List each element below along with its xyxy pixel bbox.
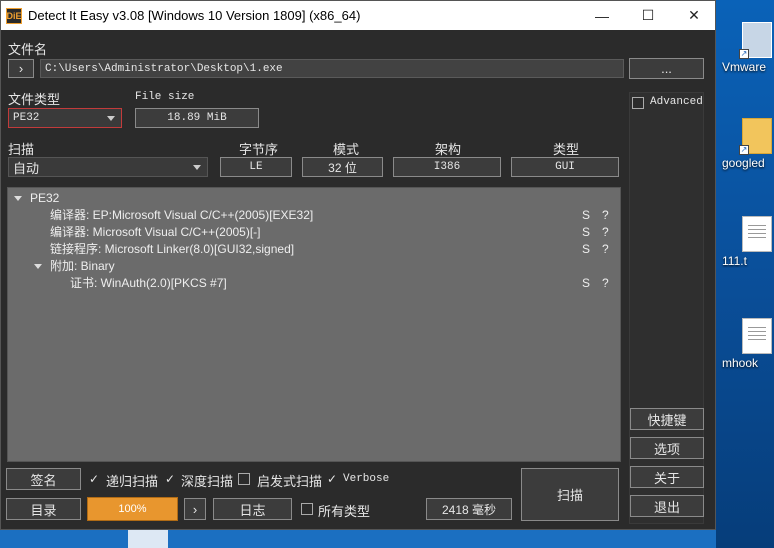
- desktop-background: ↗ Vmware ↗ googled 111.t mhook: [716, 0, 774, 548]
- file-type-value: PE32: [13, 112, 40, 124]
- endian-value: LE: [220, 157, 292, 177]
- tree-row[interactable]: 附加: Binary: [8, 258, 620, 275]
- mode-label: 模式: [333, 142, 360, 157]
- side-panel: Advanced: [629, 92, 704, 524]
- all-types-checkbox[interactable]: [301, 503, 313, 515]
- chevron-down-icon: [193, 165, 201, 170]
- expand-triangle-icon[interactable]: [34, 264, 42, 269]
- scan-label: 扫描: [8, 142, 35, 157]
- desktop-icon-111[interactable]: 111.t: [722, 216, 774, 268]
- title-bar[interactable]: DiE Detect It Easy v3.08 [Windows 10 Ver…: [1, 1, 715, 30]
- desktop-icon-googled[interactable]: ↗ googled: [722, 118, 774, 170]
- shortcut-arrow-icon: ↗: [739, 49, 749, 59]
- browse-button[interactable]: ...: [629, 58, 704, 79]
- exit-button[interactable]: 退出: [630, 495, 704, 517]
- close-button[interactable]: ✕: [671, 1, 717, 30]
- desktop-icon-label: googled: [722, 156, 765, 170]
- endian-label: 字节序: [239, 142, 279, 157]
- file-size-label: File size: [135, 91, 195, 103]
- tree-row[interactable]: 证书: WinAuth(2.0)[PKCS #7] S ?: [8, 275, 620, 292]
- desktop-icon-label: 111.t: [722, 254, 747, 268]
- verbose-checkbox[interactable]: ✓: [327, 472, 337, 486]
- scan-mode-value: 自动: [13, 160, 40, 176]
- expand-button[interactable]: ›: [8, 59, 34, 78]
- file-type-label: 文件类型: [8, 92, 61, 107]
- recursive-checkbox[interactable]: ✓: [89, 472, 99, 486]
- tree-row-text: 编译器: EP:Microsoft Visual C/C++(2005)[EXE…: [50, 208, 314, 222]
- taskbar-strip: [0, 530, 716, 548]
- verbose-label: Verbose: [343, 473, 390, 485]
- signature-flag[interactable]: S: [582, 207, 590, 224]
- about-button[interactable]: 关于: [630, 466, 704, 488]
- type-label: 类型: [553, 142, 580, 157]
- info-button[interactable]: ?: [602, 224, 609, 241]
- window-title: Detect It Easy v3.08 [Windows 10 Version…: [28, 8, 361, 23]
- signature-flag[interactable]: S: [582, 241, 590, 258]
- info-button[interactable]: ?: [602, 275, 609, 292]
- file-path-field[interactable]: C:\Users\Administrator\Desktop\1.exe: [40, 59, 624, 78]
- signature-flag[interactable]: S: [582, 224, 590, 241]
- deep-checkbox[interactable]: ✓: [165, 472, 175, 486]
- file-type-select[interactable]: PE32: [8, 108, 122, 128]
- options-button[interactable]: 选项: [630, 437, 704, 459]
- text-file-icon: [742, 216, 772, 252]
- info-button[interactable]: ?: [602, 241, 609, 258]
- vmware-icon: ↗: [739, 22, 772, 59]
- maximize-button[interactable]: ☐: [625, 1, 671, 30]
- chevron-down-icon: [107, 116, 115, 121]
- tree-row[interactable]: 编译器: EP:Microsoft Visual C/C++(2005)[EXE…: [8, 207, 620, 224]
- directory-button[interactable]: 目录: [6, 498, 81, 520]
- text-file-icon: [742, 318, 772, 354]
- next-button[interactable]: ›: [184, 498, 206, 520]
- desktop-icon-label: Vmware: [722, 60, 767, 74]
- all-types-label: 所有类型: [318, 504, 371, 519]
- shortcuts-button[interactable]: 快捷键: [630, 408, 704, 430]
- file-size-value: 18.89 MiB: [135, 108, 259, 128]
- advanced-checkbox[interactable]: [632, 97, 644, 109]
- die-window: DiE Detect It Easy v3.08 [Windows 10 Ver…: [0, 0, 716, 530]
- tree-row[interactable]: 链接程序: Microsoft Linker(8.0)[GUI32,signed…: [8, 241, 620, 258]
- folder-icon: ↗: [739, 118, 772, 155]
- bits-value: 32 位: [302, 157, 383, 177]
- tree-row[interactable]: 编译器: Microsoft Visual C/C++(2005)[-] S ?: [8, 224, 620, 241]
- type-value: GUI: [511, 157, 619, 177]
- deep-label: 深度扫描: [181, 474, 234, 489]
- desktop-icon-mhook[interactable]: mhook: [722, 318, 774, 370]
- taskbar-app-icon[interactable]: [128, 530, 168, 548]
- results-tree[interactable]: PE32 编译器: EP:Microsoft Visual C/C++(2005…: [7, 187, 621, 462]
- info-button[interactable]: ?: [602, 207, 609, 224]
- shortcut-arrow-icon: ↗: [739, 145, 749, 155]
- tree-row-text: 附加: Binary: [50, 259, 115, 273]
- file-name-label: 文件名: [8, 42, 48, 57]
- expand-triangle-icon[interactable]: [14, 196, 22, 201]
- desktop-icon-label: mhook: [722, 356, 759, 370]
- tree-root-row[interactable]: PE32: [8, 190, 620, 207]
- log-button[interactable]: 日志: [213, 498, 292, 520]
- signature-button[interactable]: 签名: [6, 468, 81, 490]
- tree-root-label: PE32: [30, 191, 60, 205]
- arch-value: I386: [393, 157, 501, 177]
- scan-mode-select[interactable]: 自动: [8, 157, 208, 177]
- elapsed-time: 2418 毫秒: [426, 498, 512, 520]
- recursive-label: 递归扫描: [106, 474, 159, 489]
- tree-row-text: 链接程序: Microsoft Linker(8.0)[GUI32,signed…: [50, 242, 295, 256]
- scan-button[interactable]: 扫描: [521, 468, 619, 521]
- die-app-icon: DiE: [6, 7, 22, 24]
- heuristic-checkbox[interactable]: [238, 473, 250, 485]
- minimize-button[interactable]: —: [579, 1, 625, 30]
- desktop-icon-vmware[interactable]: ↗ Vmware: [722, 22, 774, 74]
- tree-row-text: 证书: WinAuth(2.0)[PKCS #7]: [70, 276, 227, 290]
- arch-label: 架构: [435, 142, 462, 157]
- tree-row-text: 编译器: Microsoft Visual C/C++(2005)[-]: [50, 225, 261, 239]
- advanced-label: Advanced: [650, 96, 703, 108]
- signature-flag[interactable]: S: [582, 275, 590, 292]
- scan-progress-bar: 100%: [87, 497, 178, 521]
- heuristic-label: 启发式扫描: [257, 474, 323, 489]
